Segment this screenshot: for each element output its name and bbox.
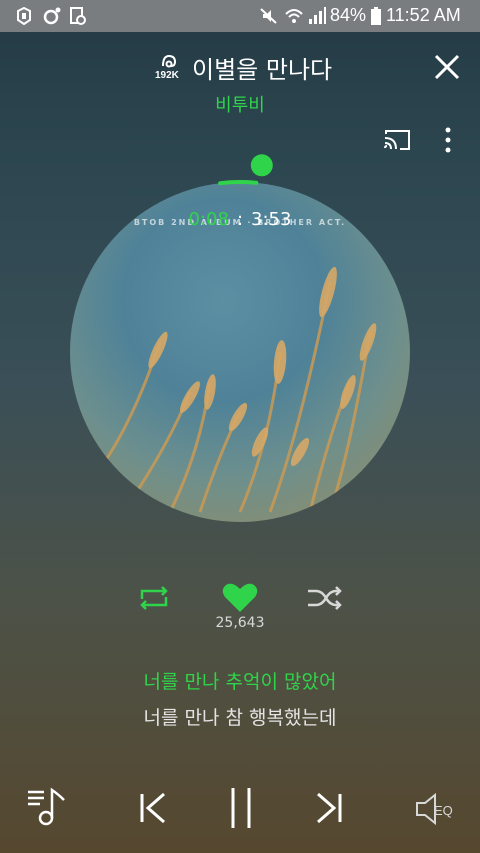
equalizer-button[interactable]: EQ bbox=[414, 792, 464, 826]
wifi-icon bbox=[285, 9, 303, 23]
close-icon[interactable] bbox=[432, 52, 462, 82]
status-bar: 84% 11:52 AM bbox=[0, 0, 480, 32]
time-separator: : bbox=[236, 209, 244, 230]
shuffle-icon[interactable] bbox=[306, 585, 344, 611]
progress-arc bbox=[218, 180, 259, 186]
like-count: 25,643 bbox=[215, 615, 265, 631]
total-time: 3:53 bbox=[251, 209, 292, 230]
audio-quality-icon bbox=[162, 54, 177, 68]
more-options-icon[interactable] bbox=[440, 126, 456, 154]
playlist-icon[interactable] bbox=[26, 786, 68, 828]
cast-icon[interactable] bbox=[382, 128, 412, 152]
current-time: 0:08 bbox=[188, 209, 229, 230]
signal-icon bbox=[309, 7, 326, 24]
clock: 11:52 AM bbox=[386, 5, 461, 25]
wheat-illustration bbox=[88, 266, 377, 513]
lyric-next[interactable]: 너를 만나 참 행복했는데 bbox=[0, 703, 480, 730]
battery-percent: 84% bbox=[330, 5, 367, 25]
progress-thumb bbox=[250, 154, 273, 177]
artist-name[interactable]: 비투비 bbox=[0, 91, 480, 117]
next-track-icon[interactable] bbox=[314, 790, 346, 826]
pause-icon[interactable] bbox=[228, 786, 254, 830]
app-icon-2 bbox=[43, 7, 61, 25]
repeat-icon[interactable] bbox=[136, 585, 172, 611]
mute-icon bbox=[260, 8, 277, 24]
album-art: BTOB 2ND ALBUM · BROTHER ACT. bbox=[70, 182, 410, 522]
time-display: 0:08:3:53 bbox=[0, 209, 480, 230]
previous-track-icon[interactable] bbox=[136, 790, 168, 826]
quality-badge: 192K bbox=[155, 70, 179, 81]
eq-label: EQ bbox=[434, 803, 453, 818]
like-heart-icon[interactable] bbox=[222, 582, 258, 614]
song-title: 이별을 만나다 bbox=[192, 56, 333, 84]
progress-ring[interactable] bbox=[60, 150, 420, 210]
lyric-current[interactable]: 너를 만나 추억이 많았어 bbox=[0, 667, 480, 694]
speaker-icon bbox=[416, 792, 436, 826]
battery-icon bbox=[371, 7, 381, 25]
app-icon-1 bbox=[17, 6, 31, 26]
app-icon-3 bbox=[70, 7, 86, 25]
